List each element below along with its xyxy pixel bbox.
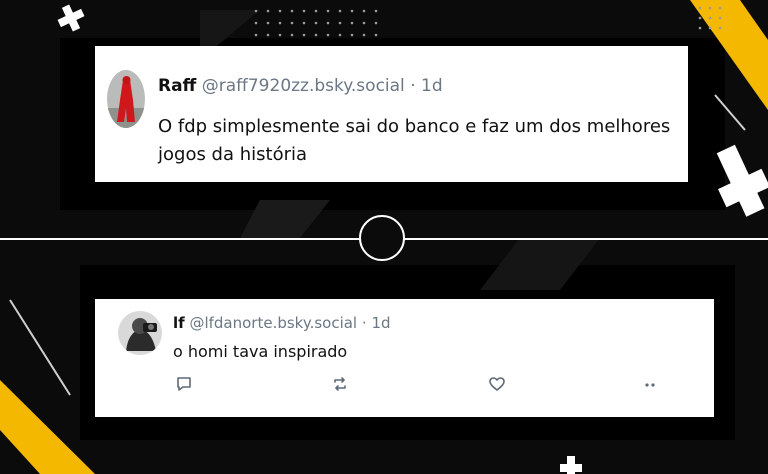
like-icon[interactable] <box>486 373 508 395</box>
author-name[interactable]: Raff <box>158 76 196 96</box>
divider-ring <box>359 215 405 261</box>
author-handle[interactable]: @raff7920zz.bsky.social <box>202 76 405 96</box>
post-time[interactable]: 1d <box>421 76 443 96</box>
post-header: lf @lfdanorte.bsky.social · 1d <box>173 314 391 332</box>
post-header: Raff @raff7920zz.bsky.social · 1d <box>158 76 443 96</box>
author-handle[interactable]: @lfdanorte.bsky.social <box>189 314 357 332</box>
separator-dot: · <box>361 314 367 332</box>
post-card-2[interactable]: lf @lfdanorte.bsky.social · 1d o homi ta… <box>95 299 714 417</box>
dot-grid <box>254 6 722 37</box>
reply-icon[interactable] <box>173 373 195 395</box>
bottom-plus-icon <box>560 456 582 474</box>
more-icon[interactable] <box>639 373 661 395</box>
post-card-1[interactable]: Raff @raff7920zz.bsky.social · 1d O fdp … <box>95 46 688 182</box>
repost-icon[interactable] <box>329 373 351 395</box>
post-text: o homi tava inspirado <box>173 342 348 361</box>
author-name[interactable]: lf <box>173 314 185 332</box>
post-text: O fdp simplesmente sai do banco e faz um… <box>158 116 671 165</box>
plus-icon <box>57 4 85 32</box>
separator-dot: · <box>410 76 416 96</box>
post-actions <box>173 373 693 395</box>
post-time[interactable]: 1d <box>371 314 390 332</box>
avatar[interactable] <box>118 311 162 355</box>
avatar[interactable] <box>107 70 145 128</box>
